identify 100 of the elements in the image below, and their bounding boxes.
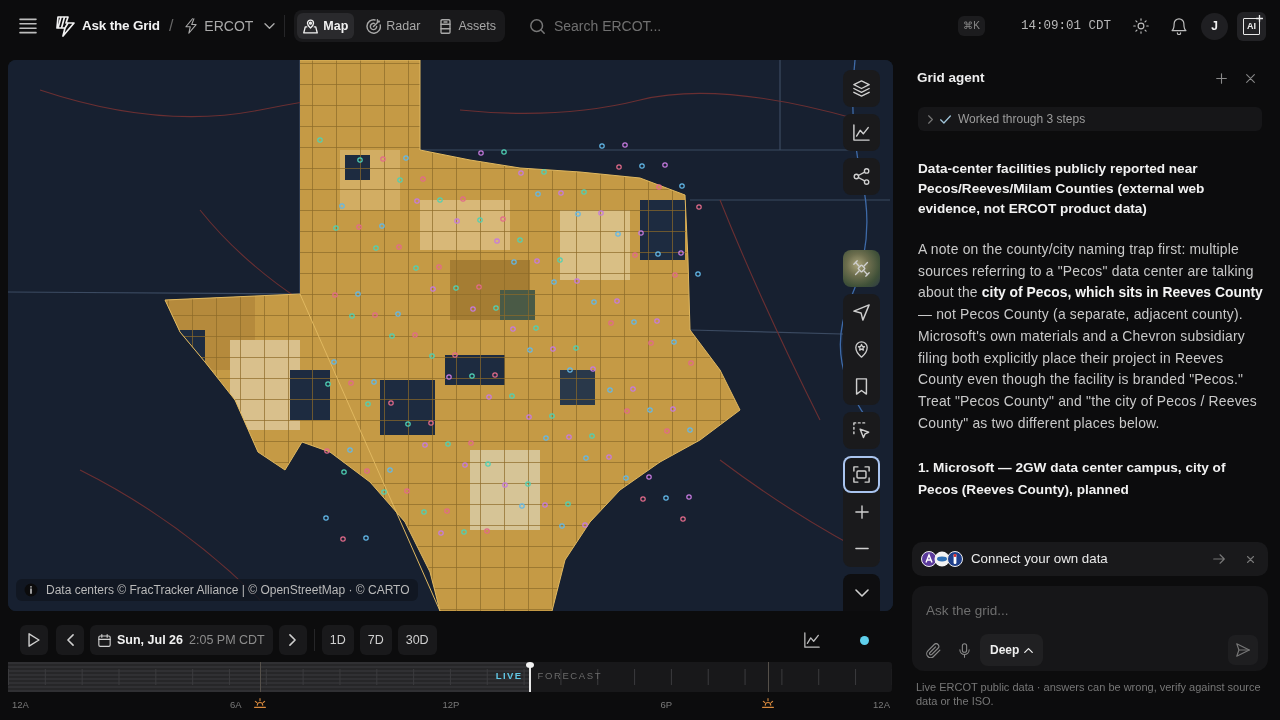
message-paragraph: A note on the county/city naming trap first: multiple sources referring to a "Pecos" data center are talking about the city of Pecos, which sits in Reeves County — not Pecos County (a separate, adjacent county). Microsoft's own materials and a Chevron subsidiary filing both explicitly place their project in Reeves County even though the facility is branded "Pecos." Treat "Pecos County" and "the city of Pecos / Reeves County" as two different places below. (918, 240, 1264, 433)
chat-input-field[interactable]: Ask the grid... (926, 598, 1258, 622)
check-icon (940, 114, 951, 124)
live-status-dot-icon (860, 635, 869, 645)
next-button[interactable] (278, 625, 307, 655)
breadcrumb-separator: / (168, 16, 174, 36)
line-chart-icon (804, 632, 820, 648)
steps-toggle[interactable]: Worked through 3 steps (918, 107, 1262, 131)
hour-label: 12A (12, 698, 29, 712)
search-icon (529, 18, 545, 34)
microphone-icon (959, 642, 970, 658)
connect-label: Connect your own data (971, 550, 1109, 569)
circle-logo-icon (921, 551, 937, 567)
arrow-right-icon (1213, 554, 1225, 564)
play-icon (28, 633, 40, 647)
panel-title: Grid agent (916, 69, 986, 87)
minus-icon (854, 547, 869, 550)
forecast-label: FORECAST (537, 670, 603, 682)
selection-cursor-icon (853, 422, 870, 439)
sun-icon (1133, 18, 1149, 34)
logo-icon (55, 15, 76, 37)
ai-button[interactable]: AI (1237, 11, 1266, 41)
range-button[interactable]: 30D (397, 625, 437, 655)
attach-button[interactable] (926, 642, 941, 658)
chat-composer[interactable]: Ask the grid... Deep (912, 586, 1268, 671)
chart-button[interactable] (843, 114, 880, 151)
share-icon (853, 168, 870, 185)
horizon-sun-icon (253, 698, 266, 708)
search-field[interactable]: Search ERCOT... (553, 15, 704, 37)
bolt-icon (185, 18, 198, 34)
message-heading: 1. Microsoft — 2GW data center campus, city of Pecos (Reeves County), planned (918, 459, 1227, 500)
dismiss-button[interactable] (1247, 555, 1254, 563)
select-button[interactable] (843, 412, 880, 449)
circle-logo-icon (947, 551, 963, 567)
map-pin-icon (303, 18, 319, 34)
calendar-icon (98, 633, 111, 647)
chevron-down-icon (264, 23, 276, 29)
info-icon[interactable] (24, 583, 38, 597)
connect-data-banner[interactable]: Connect your own data (912, 542, 1268, 576)
message-heading: Data-center facilities publicly reported near Pecos/Reeves/Milam Counties (external web evidence, not ERCOT product data) (918, 160, 1206, 218)
hour-label: 12A (873, 698, 890, 712)
navigation-arrow-icon (853, 304, 870, 321)
theme-button[interactable] (1133, 18, 1149, 34)
timeline-track[interactable]: LIVE FORECAST (8, 662, 892, 692)
paperclip-icon (926, 642, 941, 658)
range-button[interactable]: 1D (321, 625, 354, 655)
plus-icon (1216, 72, 1227, 84)
bell-icon (1171, 17, 1187, 35)
notifications-button[interactable] (1171, 17, 1187, 35)
cabinet-icon (438, 18, 454, 34)
hour-label: 6P (660, 698, 673, 712)
range-button[interactable]: 7D (359, 625, 392, 655)
radar-icon (366, 18, 382, 34)
app-title: Ask the Grid (82, 16, 160, 35)
map-drawing[interactable] (8, 60, 893, 611)
horizon-sun-icon (762, 698, 775, 708)
hour-label: 6A (229, 698, 242, 712)
region-selector[interactable]: ERCOT (185, 15, 276, 37)
attribution-text: Data centers © FracTracker Alliance | © OpenStreetMap · © CARTO (46, 582, 410, 599)
mode-selector[interactable]: Deep (980, 634, 1044, 666)
layers-button[interactable] (843, 70, 880, 107)
line-chart-icon (853, 124, 870, 141)
close-icon (1247, 555, 1254, 563)
previous-button[interactable] (56, 625, 84, 655)
circle-logo-icon (934, 551, 950, 567)
microphone-button[interactable] (959, 642, 970, 658)
satellite-icon (853, 260, 870, 277)
menu-icon (19, 18, 37, 34)
playhead-handle[interactable] (525, 662, 534, 692)
share-button[interactable] (843, 158, 880, 195)
chevron-up-icon (1024, 647, 1034, 653)
map-pin-star-icon (853, 341, 870, 358)
chevron-left-icon (66, 634, 74, 646)
plus-icon (1256, 14, 1263, 22)
chevron-right-icon (289, 634, 297, 646)
send-button[interactable] (1228, 635, 1258, 665)
send-icon (1236, 643, 1250, 657)
fit-bounds-button[interactable] (843, 456, 880, 493)
menu-button[interactable] (19, 18, 37, 34)
bookmark-icon (853, 378, 870, 395)
nav-tab[interactable]: Radar (360, 13, 427, 39)
close-button[interactable] (1246, 73, 1255, 83)
nav-tab[interactable]: Assets (432, 13, 502, 39)
shortcut-hint: ⌘K (958, 16, 985, 36)
date-picker-button[interactable]: Sun, Jul 26 2:05 PM CDT (90, 625, 273, 655)
layers-icon (853, 80, 870, 97)
close-icon (1246, 73, 1255, 83)
chevron-down-icon (854, 588, 869, 597)
new-chat-button[interactable] (1216, 72, 1227, 84)
hour-label: 12P (442, 698, 460, 712)
clock-text: 14:09:01 CDT (1021, 17, 1111, 35)
basemap-button[interactable] (843, 250, 880, 287)
frame-icon (853, 466, 870, 483)
chart-toggle-button[interactable] (804, 632, 820, 648)
play-button[interactable] (20, 625, 48, 655)
nav-tab[interactable]: Map (297, 13, 355, 39)
plus-icon (854, 504, 869, 519)
live-label: LIVE (495, 670, 523, 682)
user-avatar[interactable]: J (1201, 12, 1228, 40)
disclaimer-text: Live ERCOT public data · answers can be wrong, verify against source data or the ISO. (916, 680, 1262, 708)
